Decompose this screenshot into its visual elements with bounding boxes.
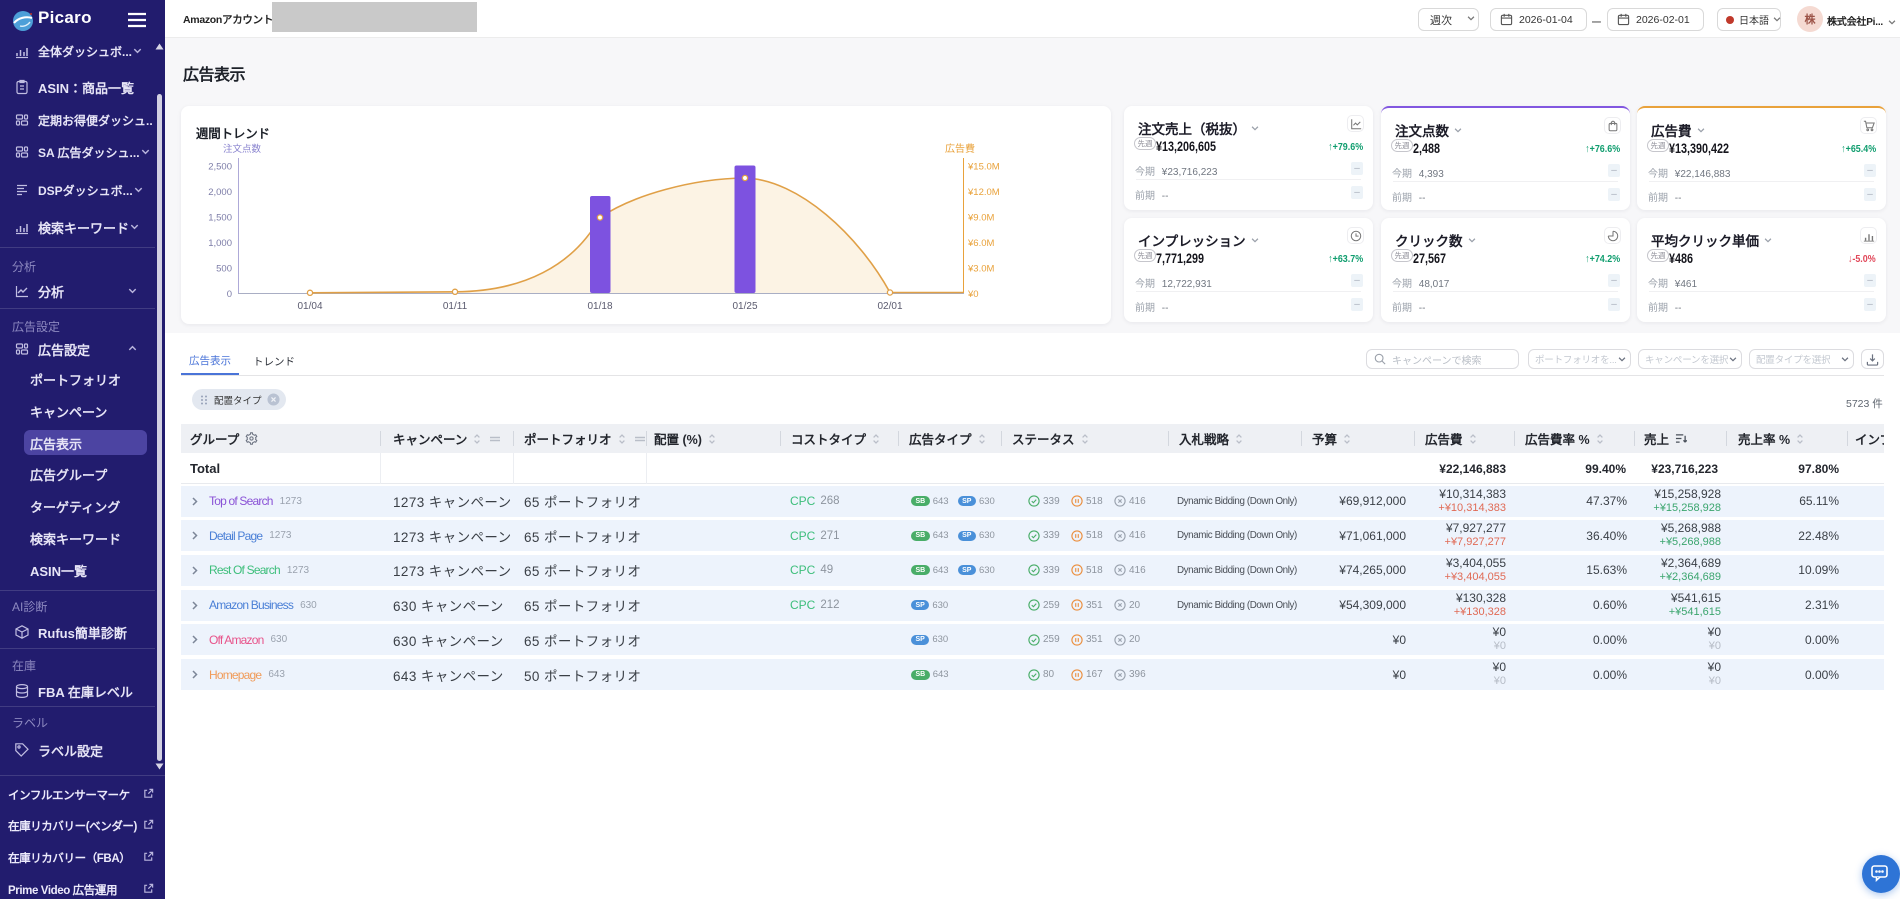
svg-text:01/04: 01/04 [297,301,322,312]
svg-text:2,000: 2,000 [208,187,232,198]
svg-text:広告費: 広告費 [945,142,975,155]
svg-text:01/11: 01/11 [443,301,468,312]
svg-text:1,500: 1,500 [208,212,232,223]
svg-text:¥0: ¥0 [967,289,979,300]
svg-text:¥9.0M: ¥9.0M [967,212,994,223]
svg-text:¥15.0M: ¥15.0M [967,161,1000,172]
svg-text:¥12.0M: ¥12.0M [967,187,1000,198]
svg-text:500: 500 [216,264,232,275]
svg-text:注文点数: 注文点数 [223,143,262,155]
svg-text:1,000: 1,000 [208,238,232,249]
svg-text:2,500: 2,500 [208,161,232,172]
svg-text:0: 0 [227,289,232,300]
svg-text:02/01: 02/01 [877,301,902,312]
svg-text:¥6.0M: ¥6.0M [967,238,994,249]
svg-text:01/18: 01/18 [587,301,612,312]
svg-text:¥3.0M: ¥3.0M [967,264,994,275]
svg-text:01/25: 01/25 [732,301,757,312]
